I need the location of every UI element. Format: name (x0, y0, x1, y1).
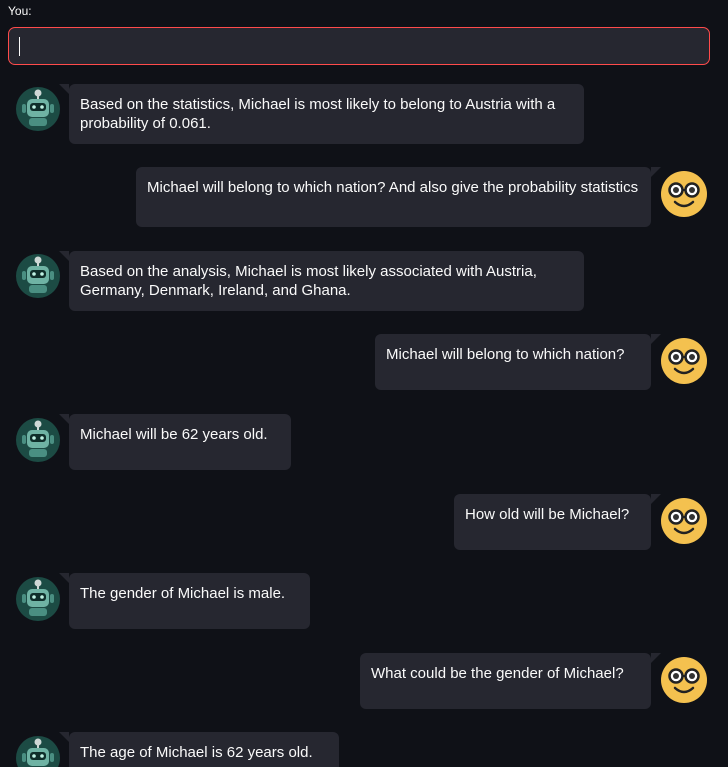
glasses-smiley-avatar-icon (660, 170, 708, 218)
user-message-text: Michael will belong to which nation? And… (136, 167, 661, 227)
user-message-text: What could be the gender of Michael? (360, 653, 661, 709)
user-message-text: How old will be Michael? (454, 494, 661, 550)
glasses-smiley-avatar-icon (660, 497, 708, 545)
glasses-smiley-avatar-icon (660, 337, 708, 385)
bot-message-text: Michael will be 62 years old. (59, 414, 291, 470)
robot-avatar-icon (14, 575, 62, 623)
robot-avatar-icon (14, 734, 62, 767)
input-label: You: (8, 4, 32, 18)
text-caret (19, 37, 20, 56)
glasses-smiley-avatar-icon (660, 656, 708, 704)
chat-input[interactable] (9, 28, 709, 64)
robot-avatar-icon (14, 416, 62, 464)
bot-message-text: Based on the analysis, Michael is most l… (59, 251, 584, 311)
bot-message-text: The gender of Michael is male. (59, 573, 310, 629)
chat-app: You: Based on the statistics, Michael is… (0, 0, 728, 767)
robot-avatar-icon (14, 85, 62, 133)
bot-message-text: The age of Michael is 62 years old. (59, 732, 339, 767)
bot-message-text: Based on the statistics, Michael is most… (59, 84, 584, 144)
robot-avatar-icon (14, 252, 62, 300)
user-message-text: Michael will belong to which nation? (375, 334, 661, 390)
chat-input-container[interactable] (8, 27, 710, 65)
